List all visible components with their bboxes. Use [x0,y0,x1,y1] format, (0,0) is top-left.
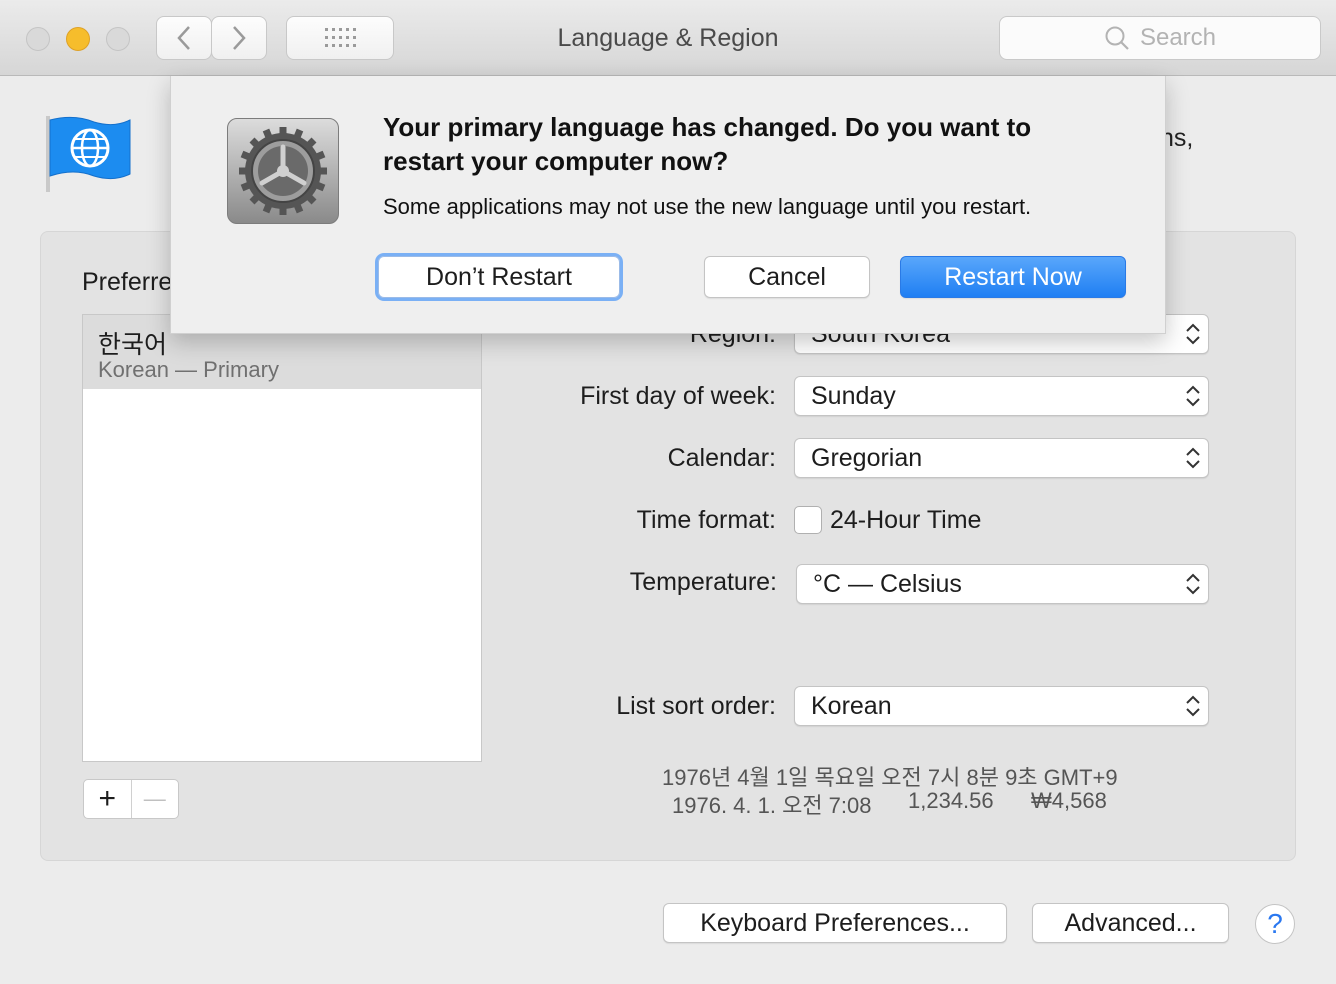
stepper-chevrons-icon [1186,447,1200,469]
language-subtitle: Korean — Primary [98,357,279,382]
window-title: Language & Region [557,24,779,52]
back-button[interactable] [156,16,212,60]
language-name: 한국어 [98,331,168,359]
sort-order-label: List sort order: [616,692,776,720]
sample-number: 1,234.56 [908,788,994,813]
stepper-chevrons-icon [1186,695,1200,717]
show-all-button[interactable] [286,16,394,60]
preferred-languages-label: Preferre [82,268,173,296]
dont-restart-button[interactable]: Don’t Restart [375,253,623,301]
search-icon [1105,26,1129,50]
restart-alert-sheet: Your primary language has changed. Do yo… [170,76,1166,334]
flag-globe-icon [44,114,134,199]
first-day-label: First day of week: [580,382,776,410]
search-placeholder: Search [1139,24,1217,51]
forward-button[interactable] [211,16,267,60]
add-remove-control: + — [83,779,179,819]
system-preferences-gear-icon [227,118,339,224]
grid-icon [325,28,356,47]
minimize-window-button[interactable] [66,27,90,51]
title-bar: Language & Region Search [0,0,1336,76]
first-day-value: Sunday [811,381,896,410]
cancel-button[interactable]: Cancel [704,256,870,298]
calendar-label: Calendar: [667,444,776,472]
sort-order-popup[interactable]: Korean [794,686,1209,726]
first-day-popup[interactable]: Sunday [794,376,1209,416]
temperature-label: Temperature: [629,568,777,596]
help-button[interactable]: ? [1255,904,1295,944]
sample-date-short: 1976. 4. 1. 오전 7:08 [672,793,872,818]
preferred-languages-list[interactable]: 한국어 Korean — Primary [82,314,482,762]
keyboard-preferences-button[interactable]: Keyboard Preferences... [663,903,1007,943]
temperature-value: °C — Celsius [813,569,962,598]
stepper-chevrons-icon [1186,385,1200,407]
calendar-popup[interactable]: Gregorian [794,438,1209,478]
calendar-value: Gregorian [811,443,923,472]
24-hour-label[interactable]: 24-Hour Time [830,506,981,535]
time-format-label: Time format: [636,506,776,534]
remove-language-button[interactable]: — [132,780,179,818]
restart-now-button[interactable]: Restart Now [900,256,1126,298]
chevron-right-icon [233,26,246,50]
sample-currency: ₩4,568 [1031,788,1107,813]
zoom-window-button[interactable] [106,27,130,51]
alert-message: Some applications may not use the new la… [383,194,1032,219]
search-field[interactable]: Search [999,16,1321,60]
close-window-button[interactable] [26,27,50,51]
add-language-button[interactable]: + [84,780,132,818]
sort-order-value: Korean [811,691,892,720]
alert-title: Your primary language has changed. Do yo… [383,112,1032,176]
stepper-chevrons-icon [1186,573,1200,595]
stepper-chevrons-icon [1186,323,1200,345]
advanced-button[interactable]: Advanced... [1032,903,1229,943]
chevron-left-icon [177,26,190,50]
temperature-popup[interactable]: °C — Celsius [796,564,1209,604]
24-hour-checkbox[interactable] [794,506,822,534]
